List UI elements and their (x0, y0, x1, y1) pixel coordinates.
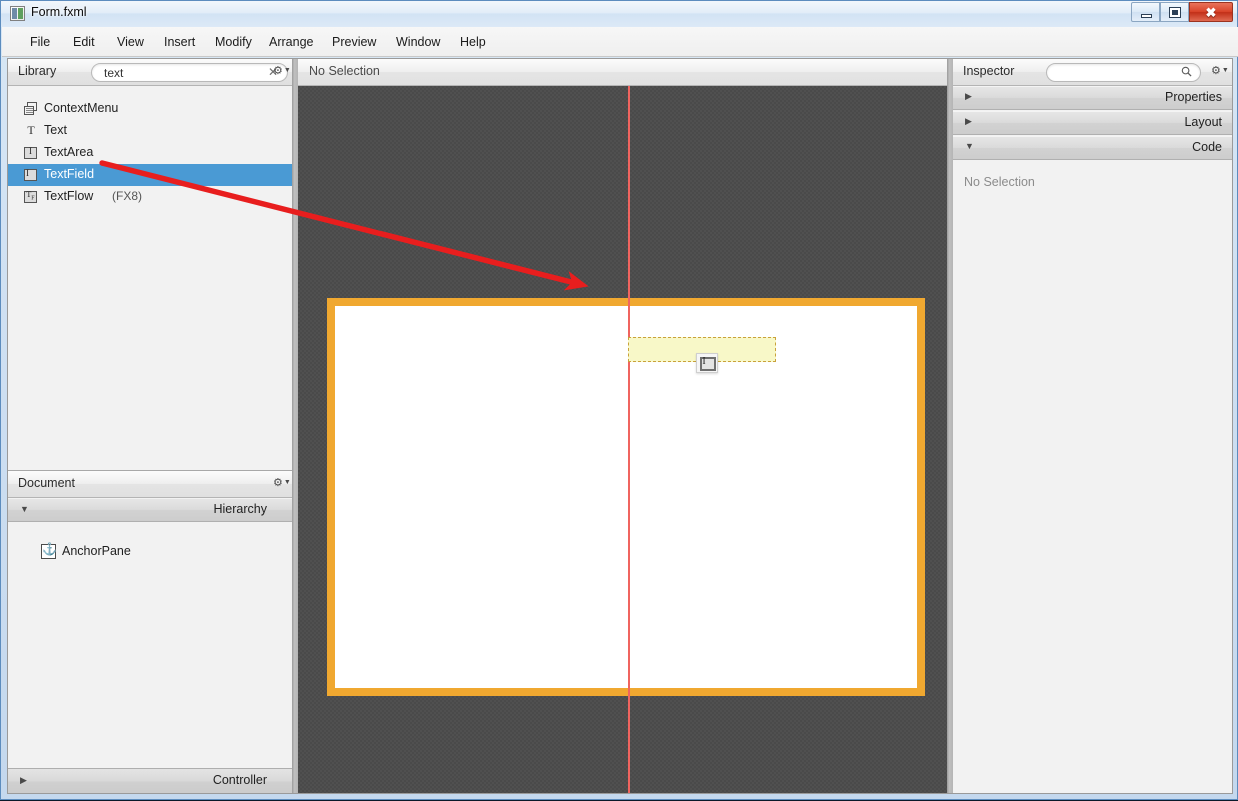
document-panel: Document ⚙▼ ▼ Hierarchy ⚓ AnchorPane ▶ C… (8, 470, 292, 793)
library-item-text[interactable]: T Text (8, 120, 292, 142)
menu-view[interactable]: View (107, 27, 154, 57)
text-field-drag-icon: I (696, 353, 718, 373)
menu-preview[interactable]: Preview (322, 27, 386, 57)
maximize-icon (1169, 7, 1181, 18)
app-window: Form.fxml ✖ File Edit View Insert Modify… (0, 0, 1238, 800)
chevron-right-icon: ▶ (965, 116, 972, 126)
work-area: Library text ✕ ⚙▼ ContextMenu T Text I T… (7, 58, 1233, 794)
menu-bar: File Edit View Insert Modify Arrange Pre… (2, 27, 1238, 57)
inspector-section-label: Properties (1165, 90, 1222, 104)
content-panel-header: No Selection (298, 59, 947, 86)
library-item-contextmenu[interactable]: ContextMenu (8, 98, 292, 120)
library-item-label: TextField (44, 167, 95, 181)
text-field-icon: I (23, 167, 39, 183)
library-item-label: Text (44, 123, 67, 137)
library-item-textarea[interactable]: I TextArea (8, 142, 292, 164)
context-menu-icon (23, 101, 39, 117)
minimize-icon (1141, 14, 1152, 18)
inspector-section-label: Code (1192, 140, 1222, 154)
inspector-section-layout[interactable]: ▶ Layout (953, 111, 1232, 135)
menu-modify[interactable]: Modify (205, 27, 262, 57)
inspector-title: Inspector (963, 64, 1015, 78)
close-icon: ✖ (1205, 5, 1217, 20)
inspector-gear-icon[interactable]: ⚙▼ (1211, 64, 1229, 77)
library-item-textflow[interactable]: TF TextFlow (FX8) (8, 186, 292, 208)
content-panel: No Selection I (298, 59, 947, 793)
hierarchy-label: Hierarchy (213, 502, 268, 516)
library-item-textfield[interactable]: I TextField (8, 164, 292, 186)
library-item-label: TextFlow (44, 189, 94, 203)
inspector-body: No Selection (953, 162, 1232, 793)
library-search-input[interactable]: text ✕ (91, 63, 288, 82)
inspector-section-properties[interactable]: ▶ Properties (953, 86, 1232, 110)
hierarchy-tree[interactable]: ⚓ AnchorPane (8, 523, 292, 766)
document-gear-icon[interactable]: ⚙▼ (273, 476, 291, 489)
inspector-panel: Inspector ⚙▼ ▶ Properties ▶ Layout ▼ Cod… (953, 59, 1232, 793)
search-icon (1181, 66, 1192, 77)
library-item-sublabel: (FX8) (112, 189, 142, 203)
chevron-down-icon: ▼ (965, 141, 974, 151)
menu-arrange[interactable]: Arrange (259, 27, 323, 57)
design-canvas[interactable]: I (298, 86, 947, 793)
library-component-list[interactable]: ContextMenu T Text I TextArea I TextFiel… (8, 86, 292, 470)
chevron-right-icon: ▶ (965, 91, 972, 101)
title-bar[interactable]: Form.fxml ✖ (1, 1, 1237, 27)
close-button[interactable]: ✖ (1189, 2, 1233, 22)
chevron-down-icon: ▼ (20, 504, 29, 514)
window-title: Form.fxml (31, 5, 87, 19)
menu-file[interactable]: File (20, 27, 60, 57)
library-panel-header: Library text ✕ ⚙▼ (8, 59, 292, 86)
maximize-button[interactable] (1160, 2, 1189, 22)
library-item-label: TextArea (44, 145, 94, 159)
hierarchy-section-bar[interactable]: ▼ Hierarchy (8, 498, 292, 522)
library-item-label: ContextMenu (44, 101, 119, 115)
selection-status: No Selection (309, 64, 380, 78)
minimize-button[interactable] (1131, 2, 1160, 22)
library-search-value: text (104, 66, 124, 80)
app-icon (10, 6, 25, 21)
inspector-panel-header: Inspector ⚙▼ (953, 59, 1232, 86)
hierarchy-node-label: AnchorPane (62, 544, 131, 558)
hierarchy-node-anchorpane[interactable]: ⚓ AnchorPane (8, 541, 292, 563)
inspector-no-selection-text: No Selection (964, 175, 1035, 189)
controller-section-bar[interactable]: ▶ Controller (8, 768, 292, 793)
chevron-right-icon: ▶ (20, 775, 27, 785)
library-gear-icon[interactable]: ⚙▼ (273, 64, 291, 77)
text-flow-icon: TF (23, 189, 39, 205)
alignment-guide-vertical (628, 86, 630, 793)
menu-help[interactable]: Help (450, 27, 496, 57)
left-panel-column: Library text ✕ ⚙▼ ContextMenu T Text I T… (8, 59, 292, 793)
menu-edit[interactable]: Edit (63, 27, 105, 57)
controller-label: Controller (212, 773, 267, 787)
library-title: Library (18, 64, 57, 78)
document-panel-header: Document ⚙▼ (8, 471, 292, 498)
text-icon: T (27, 123, 35, 137)
menu-window[interactable]: Window (386, 27, 450, 57)
inspector-section-label: Layout (1184, 115, 1222, 129)
anchor-pane-icon: ⚓ (41, 542, 57, 559)
document-title: Document (18, 476, 75, 490)
text-area-icon: I (23, 145, 39, 161)
canvas-root-anchorpane[interactable] (327, 298, 925, 696)
inspector-section-code[interactable]: ▼ Code (953, 136, 1232, 160)
inspector-search-input[interactable] (1046, 63, 1201, 82)
menu-insert[interactable]: Insert (154, 27, 205, 57)
